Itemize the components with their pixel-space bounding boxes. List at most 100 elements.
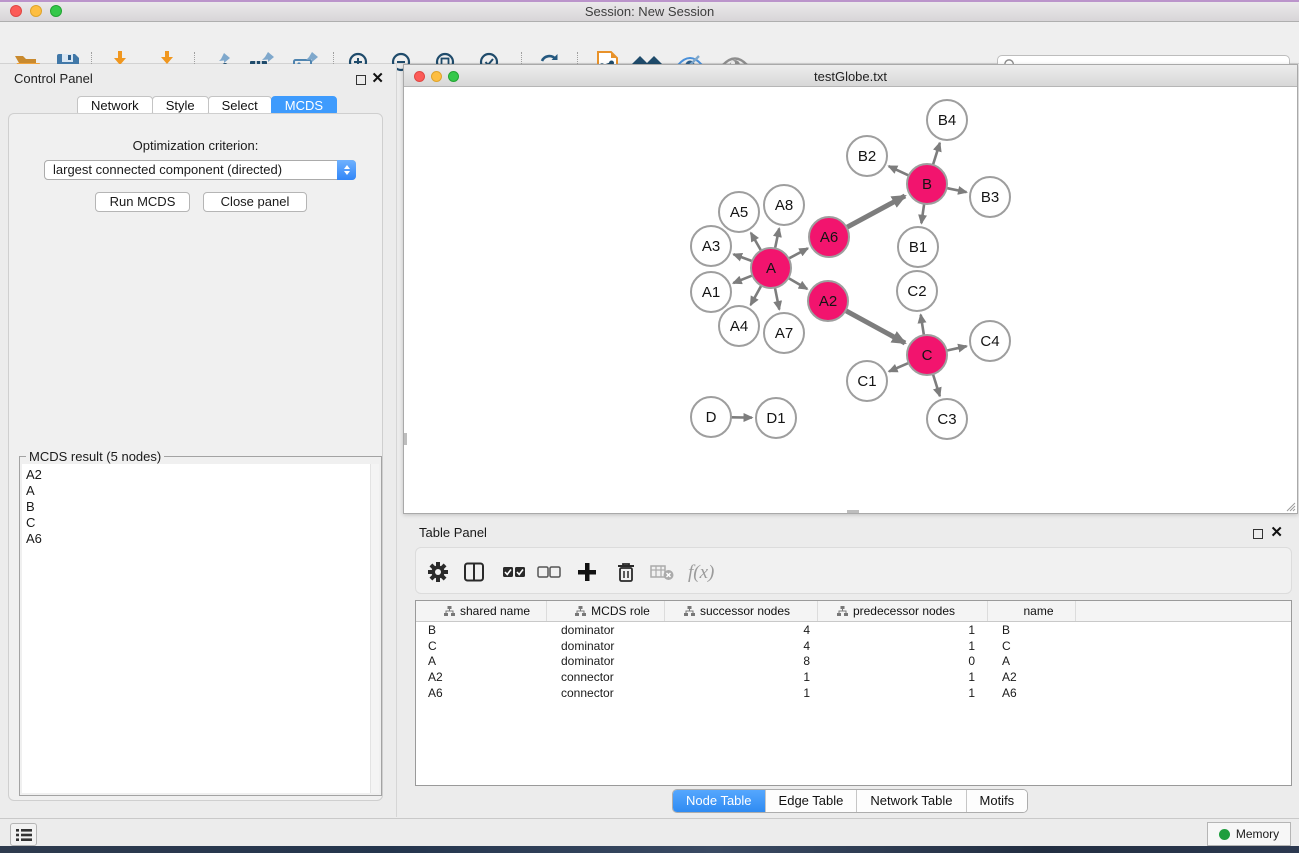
table-row[interactable]: Adominator80A — [416, 654, 1291, 670]
table-tab-network-table[interactable]: Network Table — [857, 790, 966, 812]
column-header-MCDS-role[interactable]: MCDS role — [547, 601, 665, 621]
table-cell[interactable]: A — [988, 654, 1076, 668]
graph-node-A6[interactable]: A6 — [809, 217, 849, 257]
edge-A-A8[interactable] — [775, 229, 779, 249]
show-panels-list-button[interactable] — [10, 823, 37, 846]
edge-A-A2[interactable] — [788, 278, 807, 289]
graph-node-C4[interactable]: C4 — [970, 321, 1010, 361]
memory-button[interactable]: Memory — [1207, 822, 1291, 846]
graph-node-A7[interactable]: A7 — [764, 313, 804, 353]
graph-node-B1[interactable]: B1 — [898, 227, 938, 267]
table-cell[interactable]: 4 — [665, 623, 818, 637]
close-panel-icon[interactable]: ✕ — [371, 70, 384, 88]
table-tab-node-table[interactable]: Node Table — [673, 790, 766, 812]
column-header-shared-name[interactable]: shared name — [416, 601, 547, 621]
mcds-result-item[interactable]: A2 — [26, 467, 370, 483]
deselect-all-icon[interactable] — [535, 558, 563, 586]
graph-node-D[interactable]: D — [691, 397, 731, 437]
graph-node-A5[interactable]: A5 — [719, 192, 759, 232]
table-cell[interactable]: dominator — [547, 639, 665, 653]
column-header-successor-nodes[interactable]: successor nodes — [665, 601, 818, 621]
node-table[interactable]: shared nameMCDS rolesuccessor nodesprede… — [415, 600, 1292, 786]
graph-node-A4[interactable]: A4 — [719, 306, 759, 346]
table-cell[interactable]: dominator — [547, 623, 665, 637]
table-cell[interactable]: 8 — [665, 654, 818, 668]
graph-node-B2[interactable]: B2 — [847, 136, 887, 176]
table-cell[interactable]: 1 — [818, 670, 988, 684]
column-browser-icon[interactable] — [460, 558, 488, 586]
function-builder-icon[interactable]: f(x) — [684, 558, 724, 586]
float-panel-icon[interactable] — [356, 72, 366, 90]
table-cell[interactable]: B — [988, 623, 1076, 637]
table-options-gear-icon[interactable] — [424, 558, 452, 586]
edge-A-A4[interactable] — [751, 286, 762, 305]
edge-C-C4[interactable] — [947, 346, 967, 350]
run-mcds-button[interactable]: Run MCDS — [95, 192, 190, 212]
table-cell[interactable]: 4 — [665, 639, 818, 653]
delete-table-icon[interactable] — [648, 558, 676, 586]
column-header-name[interactable]: name — [988, 601, 1076, 621]
table-tab-motifs[interactable]: Motifs — [967, 790, 1028, 812]
graph-node-C3[interactable]: C3 — [927, 399, 967, 439]
graph-node-A1[interactable]: A1 — [691, 272, 731, 312]
graph-node-A8[interactable]: A8 — [764, 185, 804, 225]
edge-A-A1[interactable] — [733, 275, 752, 283]
edge-A-A3[interactable] — [734, 254, 753, 261]
table-cell[interactable]: C — [416, 639, 547, 653]
mcds-result-item[interactable]: A6 — [26, 531, 370, 547]
table-cell[interactable]: A6 — [416, 686, 547, 700]
table-cell[interactable]: 1 — [818, 623, 988, 637]
table-cell[interactable]: 1 — [665, 670, 818, 684]
mcds-result-item[interactable]: C — [26, 515, 370, 531]
table-cell[interactable]: A — [416, 654, 547, 668]
table-cell[interactable]: dominator — [547, 654, 665, 668]
column-header-predecessor-nodes[interactable]: predecessor nodes — [818, 601, 988, 621]
graph-node-C[interactable]: C — [907, 335, 947, 375]
graph-node-D1[interactable]: D1 — [756, 398, 796, 438]
float-table-panel-icon[interactable] — [1253, 526, 1263, 544]
mcds-result-item[interactable]: A — [26, 483, 370, 499]
graph-node-C2[interactable]: C2 — [897, 271, 937, 311]
resize-grip-icon[interactable] — [1284, 500, 1296, 512]
close-table-panel-icon[interactable]: ✕ — [1270, 524, 1283, 542]
edge-A-A7[interactable] — [775, 288, 779, 310]
edge-A6-B[interactable] — [847, 196, 905, 228]
graph-node-B[interactable]: B — [907, 164, 947, 204]
mcds-result-item[interactable]: B — [26, 499, 370, 515]
edge-B-B2[interactable] — [889, 166, 909, 175]
table-cell[interactable]: A6 — [988, 686, 1076, 700]
table-row[interactable]: A6connector11A6 — [416, 685, 1291, 701]
edge-A-A6[interactable] — [789, 248, 808, 258]
graph-node-A3[interactable]: A3 — [691, 226, 731, 266]
mcds-result-scrollbar[interactable] — [370, 464, 379, 793]
graph-node-B3[interactable]: B3 — [970, 177, 1010, 217]
table-cell[interactable]: 1 — [818, 639, 988, 653]
delete-columns-icon[interactable] — [612, 558, 640, 586]
add-column-icon[interactable] — [573, 558, 601, 586]
edge-C-C2[interactable] — [921, 315, 924, 336]
edge-C-C3[interactable] — [933, 374, 940, 396]
table-cell[interactable]: C — [988, 639, 1076, 653]
graph-node-B4[interactable]: B4 — [927, 100, 967, 140]
edge-B-B1[interactable] — [921, 204, 924, 223]
optimization-criterion-select[interactable]: largest connected component (directed) — [44, 160, 356, 180]
graph-node-C1[interactable]: C1 — [847, 361, 887, 401]
table-cell[interactable]: connector — [547, 670, 665, 684]
table-cell[interactable]: 1 — [665, 686, 818, 700]
edge-C-C1[interactable] — [889, 363, 909, 372]
table-cell[interactable]: 0 — [818, 654, 988, 668]
network-canvas[interactable]: B4B2BB3A5A8A6A3B1AA1C2A2A4A7C4CC1C3DD1 — [404, 87, 1297, 513]
edge-B-B4[interactable] — [933, 143, 940, 165]
graph-node-A[interactable]: A — [751, 248, 791, 288]
table-cell[interactable]: A2 — [988, 670, 1076, 684]
edge-A2-C[interactable] — [846, 311, 905, 343]
table-row[interactable]: Bdominator41B — [416, 622, 1291, 638]
table-cell[interactable]: 1 — [818, 686, 988, 700]
edge-B-B3[interactable] — [947, 188, 967, 192]
table-row[interactable]: Cdominator41C — [416, 638, 1291, 654]
network-window-titlebar[interactable]: testGlobe.txt — [404, 65, 1297, 87]
select-all-icon[interactable] — [500, 558, 528, 586]
table-tab-edge-table[interactable]: Edge Table — [766, 790, 858, 812]
mcds-result-list[interactable]: A2ABCA6 — [22, 464, 370, 793]
close-panel-button[interactable]: Close panel — [203, 192, 307, 212]
